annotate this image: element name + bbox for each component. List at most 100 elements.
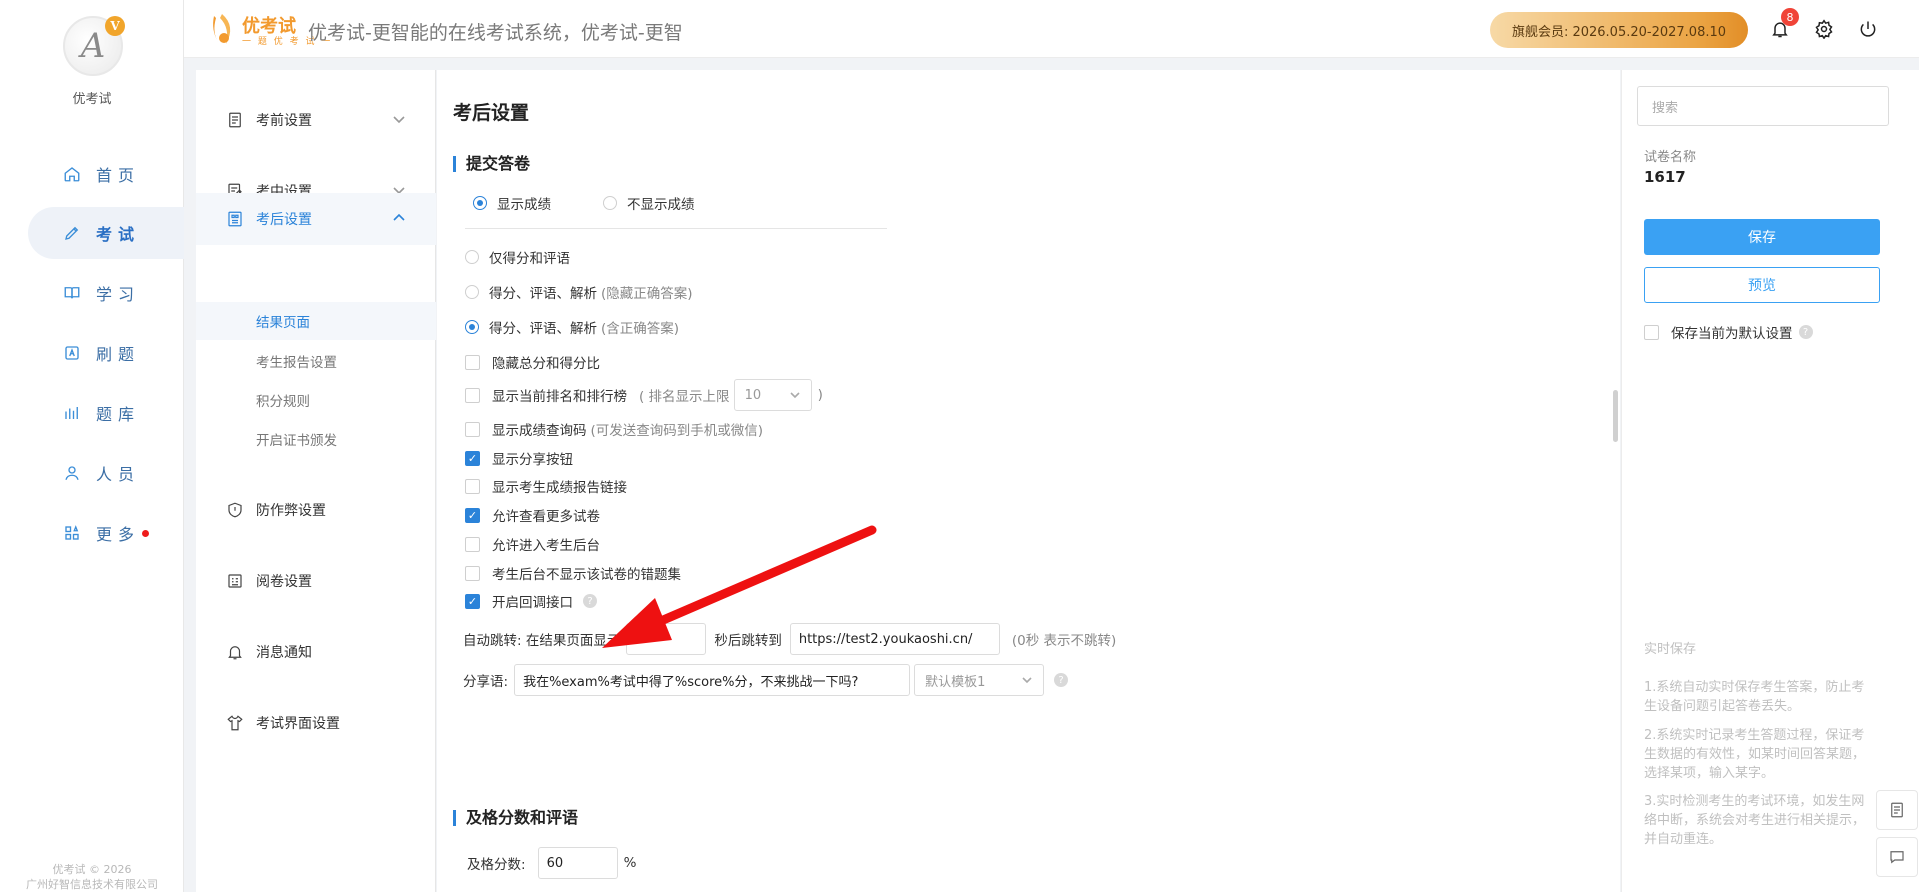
content-scrollbar[interactable] — [1613, 390, 1618, 442]
result-option-hide-answers[interactable]: 得分、评语、解析 (隐藏正确答案) — [465, 281, 693, 303]
vip-crown-icon: V — [105, 16, 125, 36]
share-template-select[interactable]: 默认模板1 — [914, 664, 1045, 696]
checkbox-show-share-button[interactable]: ✓ 显示分享按钮 — [465, 447, 573, 469]
menu-anti-cheat-settings[interactable]: 防作弊设置 — [196, 484, 436, 536]
nav-label: 学习 — [96, 285, 141, 304]
shield-icon — [226, 501, 244, 519]
auto-jump-seconds-input[interactable]: 0 — [626, 623, 707, 655]
checkbox[interactable] — [465, 354, 480, 370]
submenu-points-rules[interactable]: 积分规则 — [196, 381, 436, 419]
checkbox[interactable]: ✓ — [465, 507, 480, 523]
nav-item-users[interactable]: 人员 — [28, 447, 184, 499]
share-label: 分享语: — [463, 674, 509, 690]
checkbox-hide-wrong-set[interactable]: 考生后台不显示该试卷的错题集 — [465, 562, 681, 584]
shirt-icon — [226, 714, 244, 732]
help-icon[interactable]: ? — [583, 594, 597, 608]
page-title: 考后设置 — [453, 102, 530, 124]
radio-button[interactable] — [465, 250, 479, 264]
hide-score-radio[interactable]: 不显示成绩 — [603, 192, 695, 214]
nav-item-bank[interactable]: 题库 — [28, 387, 184, 439]
nav-item-home[interactable]: 首页 — [28, 148, 184, 200]
post-exam-icon — [226, 210, 244, 228]
chevron-down-icon — [1022, 677, 1032, 684]
checkbox[interactable] — [465, 478, 480, 494]
radio-button[interactable] — [603, 196, 617, 210]
checkbox-hide-total-score[interactable]: 隐藏总分和得分比 — [465, 351, 600, 373]
menu-exam-ui-settings[interactable]: 考试界面设置 — [196, 697, 436, 749]
menu-post-exam-settings[interactable]: 考后设置 — [196, 193, 436, 245]
auto-jump-url-input[interactable]: https://test2.youkaoshi.cn/ — [789, 623, 1000, 655]
share-text-input[interactable]: 我在%exam%考试中得了%score%分，不来挑战一下吗? — [514, 664, 911, 696]
submenu-result-page[interactable]: 结果页面 — [196, 302, 436, 340]
checkbox[interactable] — [1644, 324, 1659, 340]
checkbox-allow-backend[interactable]: 允许进入考生后台 — [465, 533, 600, 555]
checkbox[interactable] — [465, 565, 480, 581]
nav-label: 题库 — [96, 405, 141, 424]
pass-score-row: 及格分数: 60 % — [467, 846, 636, 880]
menu-pre-exam-settings[interactable]: 考前设置 — [196, 94, 436, 146]
nav-item-exam[interactable]: 考试 — [28, 207, 184, 259]
radio-hint: (隐藏正确答案) — [601, 286, 693, 302]
help-icon[interactable]: ? — [1054, 673, 1069, 687]
nav-label: 更多 — [96, 525, 141, 544]
right-panel: 搜索 试卷名称 1617 保存 预览 保存当前为默认设置? 实时保存 1.系统自… — [1621, 70, 1919, 892]
submenu-candidate-report[interactable]: 考生报告设置 — [196, 342, 436, 380]
checkbox-show-ranking[interactable]: 显示当前排名和排行榜 ( 排名显示上限 10 ) — [465, 378, 823, 412]
radio-button[interactable] — [465, 285, 479, 299]
checkbox-label: 隐藏总分和得分比 — [492, 356, 600, 372]
checkbox[interactable] — [465, 536, 480, 552]
menu-notification-settings[interactable]: 消息通知 — [196, 626, 436, 678]
brand-name: 优考试 — [72, 92, 112, 107]
preview-button[interactable]: 预览 — [1644, 267, 1880, 303]
pass-score-input[interactable]: 60 — [537, 847, 618, 879]
nav-item-study[interactable]: 学习 — [28, 267, 184, 319]
pre-exam-icon — [226, 111, 244, 129]
checkbox-show-report-link[interactable]: 显示考生成绩报告链接 — [465, 475, 627, 497]
footer-copyright: 优考试 © 2026 — [52, 863, 132, 876]
auto-jump-row: 自动跳转: 在结果页面显示 0 秒后跳转到 https://test2.youk… — [463, 622, 1116, 656]
logo-icon — [213, 14, 231, 44]
floating-chat-button[interactable] — [1876, 837, 1918, 877]
document-icon — [1891, 802, 1903, 818]
menu-grading-settings[interactable]: 阅卷设置 — [196, 555, 436, 607]
checkbox-label: 允许查看更多试卷 — [492, 509, 600, 525]
save-button[interactable]: 保存 — [1644, 219, 1880, 255]
nav-item-more[interactable]: 更多 — [28, 507, 184, 559]
chevron-down-icon — [789, 392, 800, 399]
more-icon — [62, 523, 82, 543]
home-icon — [62, 164, 82, 184]
checkbox-label: 显示当前排名和排行榜 — [492, 389, 627, 405]
radio-label: 不显示成绩 — [627, 197, 695, 213]
gear-icon[interactable] — [1813, 18, 1835, 40]
bank-icon — [62, 403, 82, 423]
submenu-certificate[interactable]: 开启证书颁发 — [196, 420, 436, 458]
radio-button[interactable] — [473, 196, 487, 210]
radio-button[interactable] — [465, 320, 479, 334]
power-icon[interactable] — [1857, 18, 1879, 40]
result-option-score-comment[interactable]: 仅得分和评语 — [465, 246, 570, 268]
show-score-radio[interactable]: 显示成绩 — [473, 192, 551, 214]
auto-jump-mid-label: 秒后跳转到 — [714, 633, 782, 649]
floating-doc-button[interactable] — [1876, 790, 1918, 830]
chevron-down-icon — [392, 112, 406, 126]
rank-limit-select[interactable]: 10 — [733, 379, 812, 411]
save-as-default-checkbox[interactable]: 保存当前为默认设置? — [1644, 322, 1813, 342]
search-input[interactable]: 搜索 — [1637, 86, 1889, 126]
footer-company: 广州好智信息技术有限公司 — [26, 878, 158, 891]
nav-item-practice[interactable]: 刷题 — [28, 327, 184, 379]
section-pass-score: 及格分数和评语 — [453, 810, 578, 826]
checkbox-enable-callback[interactable]: ✓ 开启回调接口? — [465, 590, 597, 612]
checkbox[interactable]: ✓ — [465, 450, 480, 466]
paper-name-label: 试卷名称 — [1644, 150, 1697, 165]
checkbox[interactable] — [465, 387, 480, 403]
result-option-show-answers[interactable]: 得分、评语、解析 (含正确答案) — [465, 316, 679, 338]
checkbox-allow-more-papers[interactable]: ✓ 允许查看更多试卷 — [465, 504, 600, 526]
checkbox[interactable] — [465, 421, 480, 437]
vip-membership-badge[interactable]: 旗舰会员: 2026.05.20-2027.08.10 — [1490, 12, 1748, 48]
checkbox-show-query-code[interactable]: 显示成绩查询码 (可发送查询码到手机或微信) — [465, 418, 763, 440]
brand-avatar[interactable]: AV — [63, 16, 125, 76]
help-icon[interactable]: ? — [1798, 325, 1813, 339]
realtime-note: 2.系统实时记录考生答题过程，保证考生数据的有效性，如某时间回答某题，选择某项，… — [1644, 728, 1866, 781]
checkbox-label: 显示成绩查询码 — [492, 423, 587, 439]
checkbox[interactable]: ✓ — [465, 593, 480, 609]
